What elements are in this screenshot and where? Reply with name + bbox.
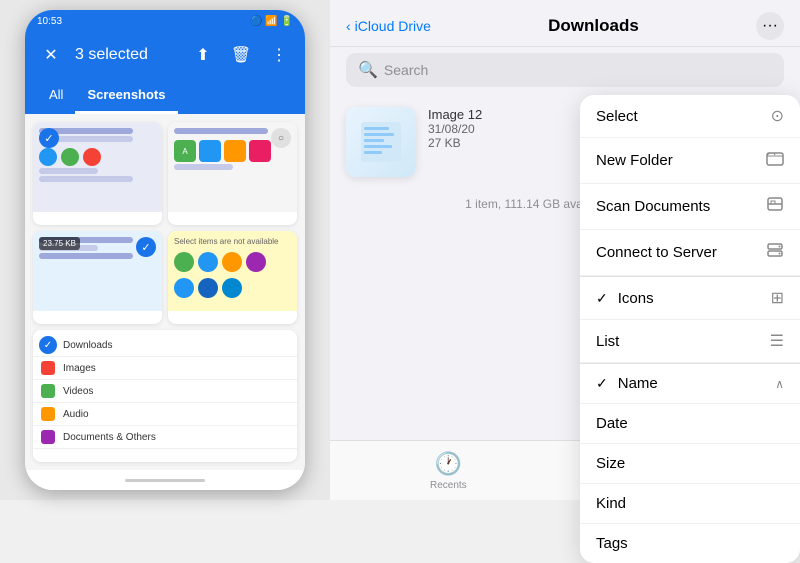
search-placeholder: Search: [384, 62, 428, 78]
phone-grid: ✓ ○ A: [25, 114, 305, 470]
new-folder-icon: [766, 149, 784, 172]
dropdown-item-scan-documents[interactable]: Scan Documents: [580, 184, 800, 230]
android-phone-panel: 10:53 🔵 📶 🔋 ✕ 3 selected ⬆ 🗑 ⋮ All Scree…: [0, 0, 330, 500]
back-chevron-icon: ‹: [346, 18, 351, 34]
dropdown-item-tags[interactable]: Tags: [580, 524, 800, 563]
back-label: iCloud Drive: [355, 18, 431, 34]
list-row-downloads: Downloads: [33, 334, 297, 357]
grid-item-list[interactable]: ✓ Downloads Images Videos: [33, 330, 297, 462]
dropdown-label-connect-server: Connect to Server: [596, 244, 717, 261]
dropdown-item-list[interactable]: List ☰: [580, 320, 800, 363]
dropdown-label-date: Date: [596, 415, 628, 432]
dropdown-item-icons[interactable]: ✓ Icons ⊞: [580, 277, 800, 320]
dropdown-item-select[interactable]: Select ⊙: [580, 95, 800, 138]
page-title: Downloads: [548, 16, 639, 36]
dropdown-label-size: Size: [596, 455, 625, 472]
dropdown-item-size[interactable]: Size: [580, 444, 800, 484]
tab-screenshots[interactable]: Screenshots: [75, 78, 177, 114]
dropdown-label-kind: Kind: [596, 495, 626, 512]
chevron-up-icon: ∧: [775, 377, 784, 391]
search-icon: 🔍: [358, 60, 378, 80]
radio-unselected: ○: [271, 128, 291, 148]
list-view-icon: ☰: [770, 331, 784, 351]
more-dots-icon: ···: [762, 17, 778, 35]
dropdown-menu: Select ⊙ New Folder Scan Documents: [580, 95, 800, 563]
select-icon: ⊙: [771, 106, 784, 126]
file-thumb-inner: [346, 107, 416, 177]
back-button[interactable]: ‹ iCloud Drive: [346, 18, 431, 34]
tab-recents[interactable]: 🕐 Recents: [410, 447, 487, 495]
name-check: ✓: [596, 375, 608, 392]
dropdown-label-new-folder: New Folder: [596, 152, 673, 169]
ios-nav-bar: ‹ iCloud Drive Downloads ···: [330, 0, 800, 47]
scan-icon: [766, 195, 784, 218]
images-icon: [41, 361, 55, 375]
file-metadata: Image 12 31/08/20 27 KB: [428, 107, 482, 150]
grid-item-1[interactable]: ✓: [33, 122, 162, 225]
server-icon: [766, 241, 784, 264]
dropdown-item-connect-server[interactable]: Connect to Server: [580, 230, 800, 276]
documents-icon: [41, 430, 55, 444]
delete-button[interactable]: 🗑: [227, 41, 255, 69]
check-list: ✓: [39, 336, 57, 354]
dropdown-label-list: List: [596, 333, 619, 350]
more-options-button[interactable]: ···: [756, 12, 784, 40]
list-row-videos: Videos: [33, 380, 297, 403]
phone-tabs: All Screenshots: [25, 78, 305, 114]
grid-item-3[interactable]: 23.75 KB ✓: [33, 231, 162, 324]
file-date: 31/08/20: [428, 122, 482, 136]
phone-status-bar: 10:53 🔵 📶 🔋: [25, 10, 305, 32]
icons-view-icon: ⊞: [771, 288, 784, 308]
videos-icon: [41, 384, 55, 398]
ios-files-panel: ‹ iCloud Drive Downloads ··· 🔍 Search: [330, 0, 800, 500]
check-3: ✓: [136, 237, 156, 257]
grid-item-4[interactable]: Select items are not available: [168, 231, 297, 324]
audio-icon: [41, 407, 55, 421]
dropdown-item-kind[interactable]: Kind: [580, 484, 800, 524]
list-row-audio: Audio: [33, 403, 297, 426]
phone-time: 10:53: [37, 16, 62, 27]
dropdown-label-select: Select: [596, 108, 638, 125]
dropdown-label-scan-documents: Scan Documents: [596, 198, 710, 215]
icons-check: ✓: [596, 290, 608, 307]
dropdown-label-name: Name: [618, 375, 658, 392]
home-indicator: [125, 479, 205, 482]
file-size: 27 KB: [428, 136, 482, 150]
phone-toolbar: ✕ 3 selected ⬆ 🗑 ⋮: [25, 32, 305, 78]
file-thumbnail: [346, 107, 416, 177]
size-badge: 23.75 KB: [39, 237, 80, 250]
list-row-images: Images: [33, 357, 297, 380]
dropdown-label-icons: Icons: [618, 290, 654, 307]
dropdown-item-new-folder[interactable]: New Folder: [580, 138, 800, 184]
tab-all[interactable]: All: [37, 78, 75, 114]
check-1: ✓: [39, 128, 59, 148]
share-button[interactable]: ⬆: [189, 41, 217, 69]
dropdown-item-name[interactable]: ✓ Name ∧: [580, 364, 800, 404]
more-button[interactable]: ⋮: [265, 41, 293, 69]
dropdown-item-date[interactable]: Date: [580, 404, 800, 444]
grid-item-2[interactable]: ○ A: [168, 122, 297, 225]
phone-device: 10:53 🔵 📶 🔋 ✕ 3 selected ⬆ 🗑 ⋮ All Scree…: [25, 10, 305, 490]
search-input[interactable]: 🔍 Search: [346, 53, 784, 87]
file-name: Image 12: [428, 107, 482, 122]
list-row-documents: Documents & Others: [33, 426, 297, 449]
close-button[interactable]: ✕: [37, 41, 65, 69]
search-bar-container: 🔍 Search: [330, 47, 800, 95]
dropdown-label-tags: Tags: [596, 535, 628, 552]
recents-label: Recents: [430, 480, 467, 491]
ios-main-area: Image 12 31/08/20 27 KB 1 item, 111.14 G…: [330, 95, 800, 440]
recents-icon: 🕐: [435, 451, 462, 477]
selection-count: 3 selected: [75, 46, 179, 64]
phone-home-bar: [25, 470, 305, 490]
phone-icons: 🔵 📶 🔋: [250, 16, 293, 27]
